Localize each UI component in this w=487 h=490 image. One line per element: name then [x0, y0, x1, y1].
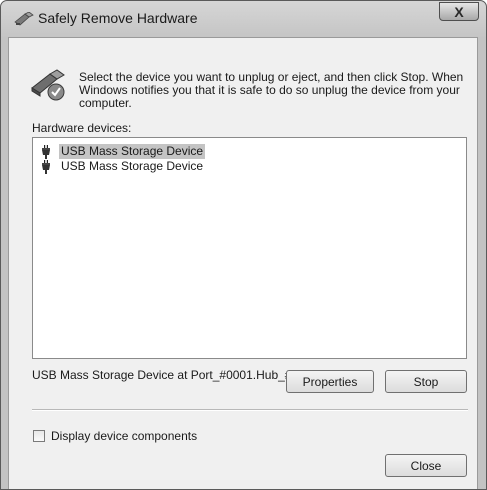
close-button[interactable]: Close [385, 454, 467, 477]
device-status-text: USB Mass Storage Device at Port_#0001.Hu… [32, 368, 319, 382]
stop-button[interactable]: Stop [385, 370, 467, 393]
title-bar[interactable]: Safely Remove Hardware X [1, 1, 486, 37]
list-item[interactable]: USB Mass Storage Device [33, 159, 205, 174]
hardware-devices-label: Hardware devices: [32, 121, 132, 135]
display-components-checkbox[interactable] [33, 430, 45, 442]
close-icon: X [454, 3, 464, 20]
list-item[interactable]: USB Mass Storage Device [33, 144, 206, 159]
hardware-eject-icon [14, 12, 34, 26]
instructions-text: Select the device you want to unplug or … [79, 70, 464, 110]
separator [32, 409, 468, 411]
device-label: USB Mass Storage Device [61, 159, 204, 173]
usb-device-eject-icon [31, 69, 65, 101]
hardware-devices-list[interactable]: USB Mass Storage Device USB Mass Storage… [32, 137, 467, 359]
properties-button[interactable]: Properties [286, 370, 374, 393]
window-close-button[interactable]: X [439, 2, 479, 21]
usb-plug-icon [42, 159, 50, 174]
window-title: Safely Remove Hardware [38, 10, 198, 26]
device-label: USB Mass Storage Device [59, 144, 206, 159]
safely-remove-hardware-window: Safely Remove Hardware X Select the devi… [0, 0, 487, 490]
dialog-body: Select the device you want to unplug or … [8, 37, 478, 489]
display-components-label[interactable]: Display device components [51, 429, 197, 443]
usb-plug-icon [42, 144, 50, 159]
display-components-option[interactable]: Display device components [33, 429, 197, 443]
